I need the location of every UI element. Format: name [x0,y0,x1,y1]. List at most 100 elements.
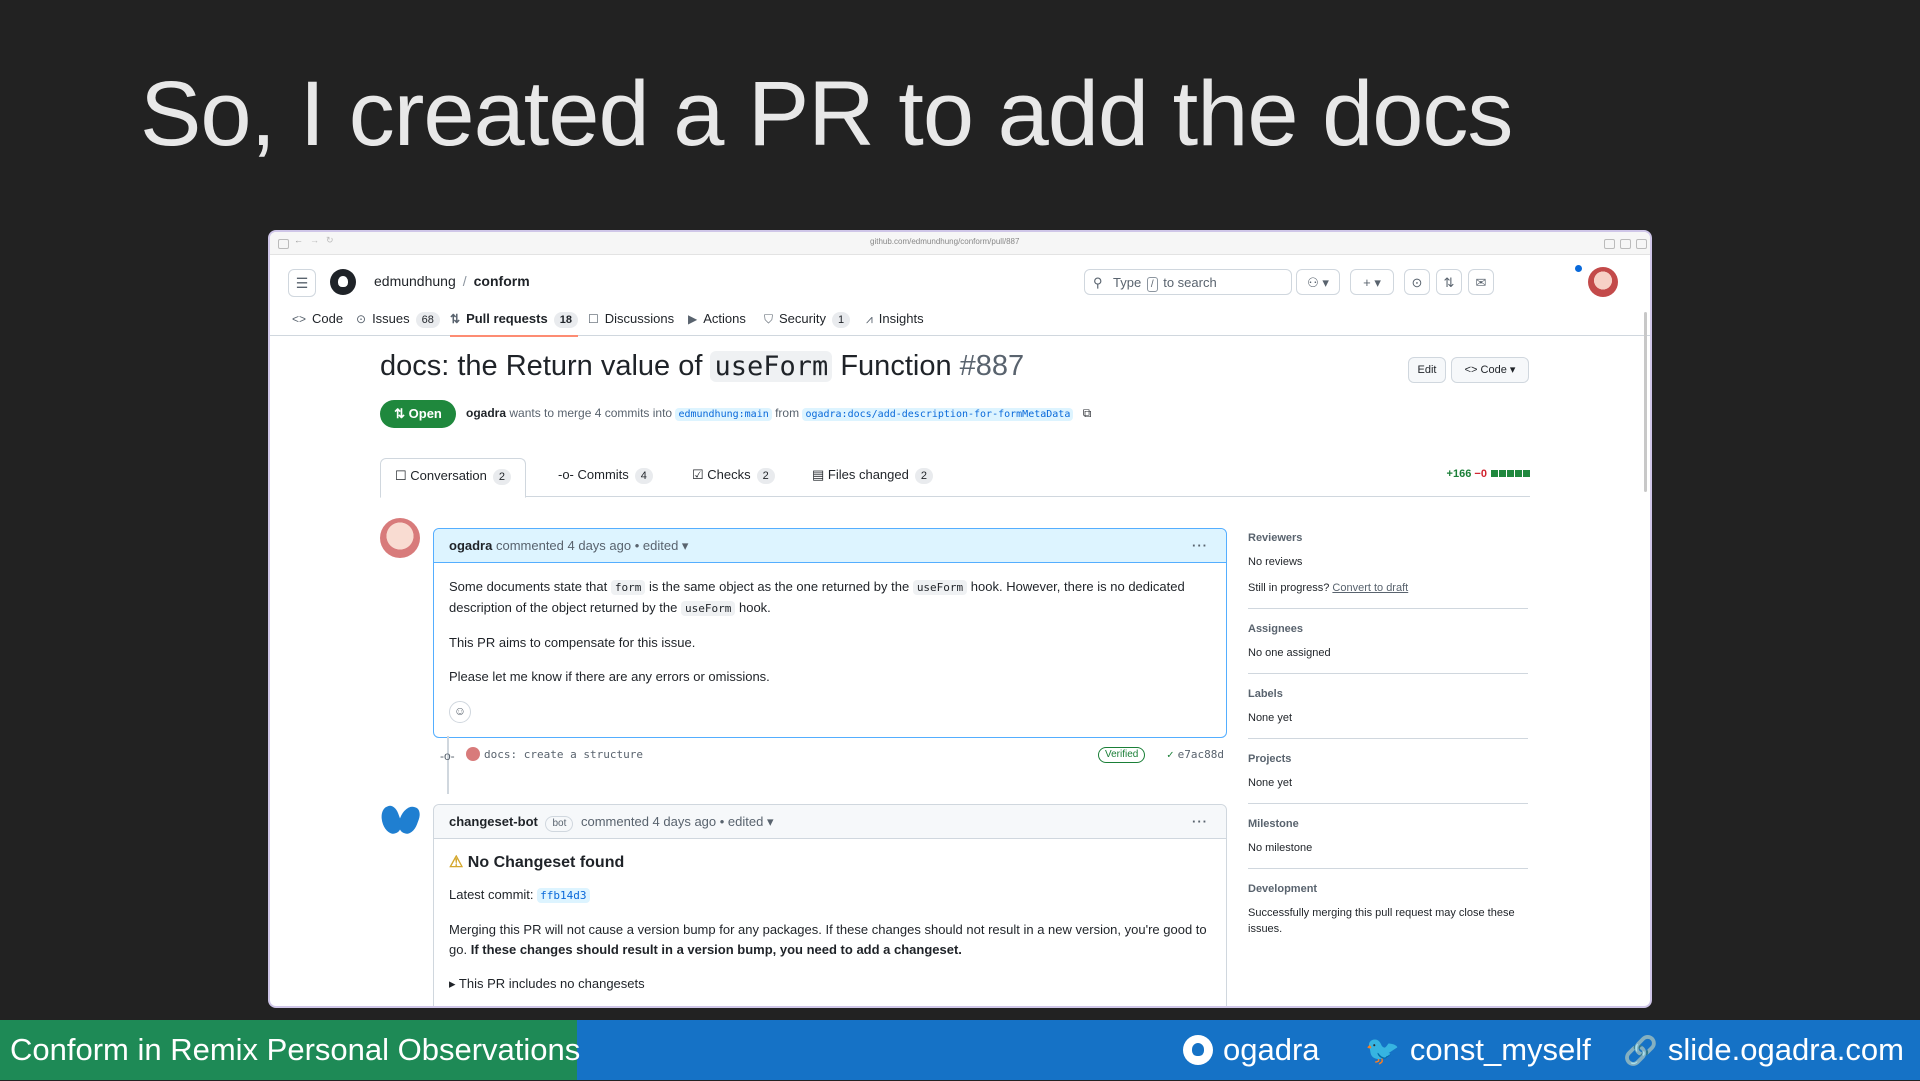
diffstat: +166 −0 [1447,468,1530,480]
nav-actions[interactable]: ▶ Actions [688,307,746,335]
checks-icon: ☑ [692,467,708,482]
github-header: ☰ edmundhung / conform ⚲ Type / to search … [270,255,1650,307]
github-logo-icon[interactable] [330,269,356,295]
menu-icon[interactable]: ☰ [288,269,316,297]
diffstat-block [1515,470,1522,477]
tab-files-changed[interactable]: ▤ Files changed 2 [812,458,933,496]
copy-icon[interactable]: ⧉ [1083,406,1092,420]
slide-title: So, I created a PR to add the docs [140,63,1513,165]
kebab-menu-icon[interactable]: ··· [1192,529,1208,562]
github-icon [1183,1035,1213,1065]
inbox-icon[interactable]: ✉ [1468,269,1494,295]
back-icon[interactable]: ← [294,235,303,245]
avatar[interactable] [466,747,480,761]
bot-comment: changeset-bot bot commented 4 days ago •… [433,804,1227,1006]
nav-pull-requests[interactable]: ⇅ Pull requests 18 [450,307,578,337]
copilot-button[interactable]: ⚇ ▾ [1296,269,1340,295]
window-icon[interactable] [1636,239,1647,249]
talk-title: Conform in Remix Personal Observations [0,1020,580,1080]
status-badge: ⇅ Open [380,400,456,428]
pr-number: #887 [959,350,1025,382]
nav-issues[interactable]: ⊙ Issues 68 [356,307,440,335]
commit-icon: -o- [558,467,578,482]
code-button[interactable]: <> Code ▾ [1451,357,1529,383]
address-bar[interactable]: github.com/edmundhung/conform/pull/887 [870,237,1019,246]
shield-icon: ⛉ [764,312,774,326]
diffstat-block [1499,470,1506,477]
tab-commits[interactable]: -o- Commits 4 [558,458,653,496]
avatar[interactable] [377,800,423,840]
file-diff-icon: ▤ [812,467,828,482]
comment-body: ⚠ No Changeset found Latest commit: ffb1… [434,839,1226,1006]
nav-code[interactable]: <> Code [292,307,343,335]
comment-author[interactable]: changeset-bot [449,814,538,829]
smiley-icon[interactable]: ☺ [449,701,471,723]
code-icon: <> [292,312,307,326]
breadcrumb: edmundhung / conform [374,273,530,289]
comment-body: Some documents state that form is the sa… [434,563,1226,737]
github-screenshot: ← → ↻ github.com/edmundhung/conform/pull… [270,232,1650,1006]
search-input[interactable]: ⚲ Type / to search [1084,269,1292,295]
repo-nav: <> Code ⊙ Issues 68 ⇅ Pull requests 18 ☐ Discu… [270,307,1650,337]
base-branch[interactable]: edmundhung:main [675,408,772,421]
author-link[interactable]: ogadra [466,406,506,420]
edit-button[interactable]: Edit [1408,357,1446,383]
security-count: 1 [831,312,851,328]
bot-badge: bot [545,816,574,832]
nav-discussions[interactable]: ☐ Discussions [588,307,674,335]
slide-footer: Conform in Remix Personal Observations o… [0,1020,1920,1080]
create-new-button[interactable]: + ▾ [1350,269,1394,295]
avatar[interactable] [380,518,420,558]
development-section: Development Successfully merging this pu… [1248,883,1515,935]
repo-link[interactable]: conform [474,273,530,289]
labels-section: Labels None yet [1248,674,1528,739]
commit-sha[interactable]: ✓ e7ac88d [1167,748,1224,761]
tab-checks[interactable]: ☑ Checks 2 [692,458,775,496]
breadcrumb-separator: / [462,273,467,289]
pr-description-comment: ogadra commented 4 days ago • edited ▾ ·… [433,528,1227,738]
comment-header: ogadra commented 4 days ago • edited ▾ ·… [434,529,1226,563]
changesets-details[interactable]: ▸ This PR includes no changesets [449,974,1211,994]
scrollbar[interactable] [1644,312,1647,492]
nav-insights[interactable]: ⩘ Insights [866,307,924,335]
commit-message[interactable]: docs: create a structure [484,748,643,761]
verified-badge[interactable]: Verified [1098,747,1146,763]
tabs-icon[interactable] [1620,239,1631,249]
convert-to-draft-link[interactable]: Convert to draft [1332,582,1408,594]
kebab-menu-icon[interactable]: ··· [1192,805,1208,838]
warning-icon: ⚠ [449,854,464,871]
pull-requests-icon[interactable]: ⇅ [1436,269,1462,295]
share-icon[interactable] [1604,239,1615,249]
issues-icon[interactable]: ⊙ [1404,269,1430,295]
play-icon: ▶ [688,312,698,326]
diffstat-block [1507,470,1514,477]
comment-author[interactable]: ogadra [449,538,492,553]
tab-conversation[interactable]: ☐ Conversation 2 [380,458,527,498]
head-branch[interactable]: ogadra:docs/add-description-for-formMeta… [802,408,1074,421]
diffstat-block [1523,470,1530,477]
search-icon: ⚲ [1093,275,1103,290]
issues-count: 68 [415,312,440,328]
pr-sidebar: Reviewers No reviews Still in progress? … [1248,518,1528,949]
reviewers-section: Reviewers No reviews Still in progress? … [1248,518,1528,609]
commit-event: -o- docs: create a structure Verified ✓ e… [440,744,1225,766]
comment-header: changeset-bot bot commented 4 days ago •… [434,805,1226,839]
footer-site: 🔗 slide.ogadra.com [1623,1020,1904,1080]
sidebar-toggle-icon[interactable] [278,239,289,249]
owner-link[interactable]: edmundhung [374,273,456,289]
footer-twitter: 🐦 const_myself [1365,1020,1591,1080]
assignees-section: Assignees No one assigned [1248,609,1528,674]
pr-tabs: ☐ Conversation 2 -o- Commits 4 ☑ Checks 2 ▤… [380,458,1530,498]
nav-security[interactable]: ⛉ Security 1 [764,307,851,335]
commit-link[interactable]: ffb14d3 [537,888,590,903]
page-title: docs: the Return value of useForm Functi… [380,350,1025,382]
twitter-icon: 🐦 [1365,1035,1400,1066]
issue-icon: ⊙ [356,312,367,326]
reload-icon[interactable]: ↻ [326,235,335,245]
conversation-icon: ☐ [395,468,411,483]
projects-section: Projects None yet [1248,739,1528,804]
pull-requests-count: 18 [553,312,578,328]
forward-icon[interactable]: → [310,235,319,245]
discussion-icon: ☐ [588,312,599,326]
avatar[interactable] [1588,267,1618,297]
